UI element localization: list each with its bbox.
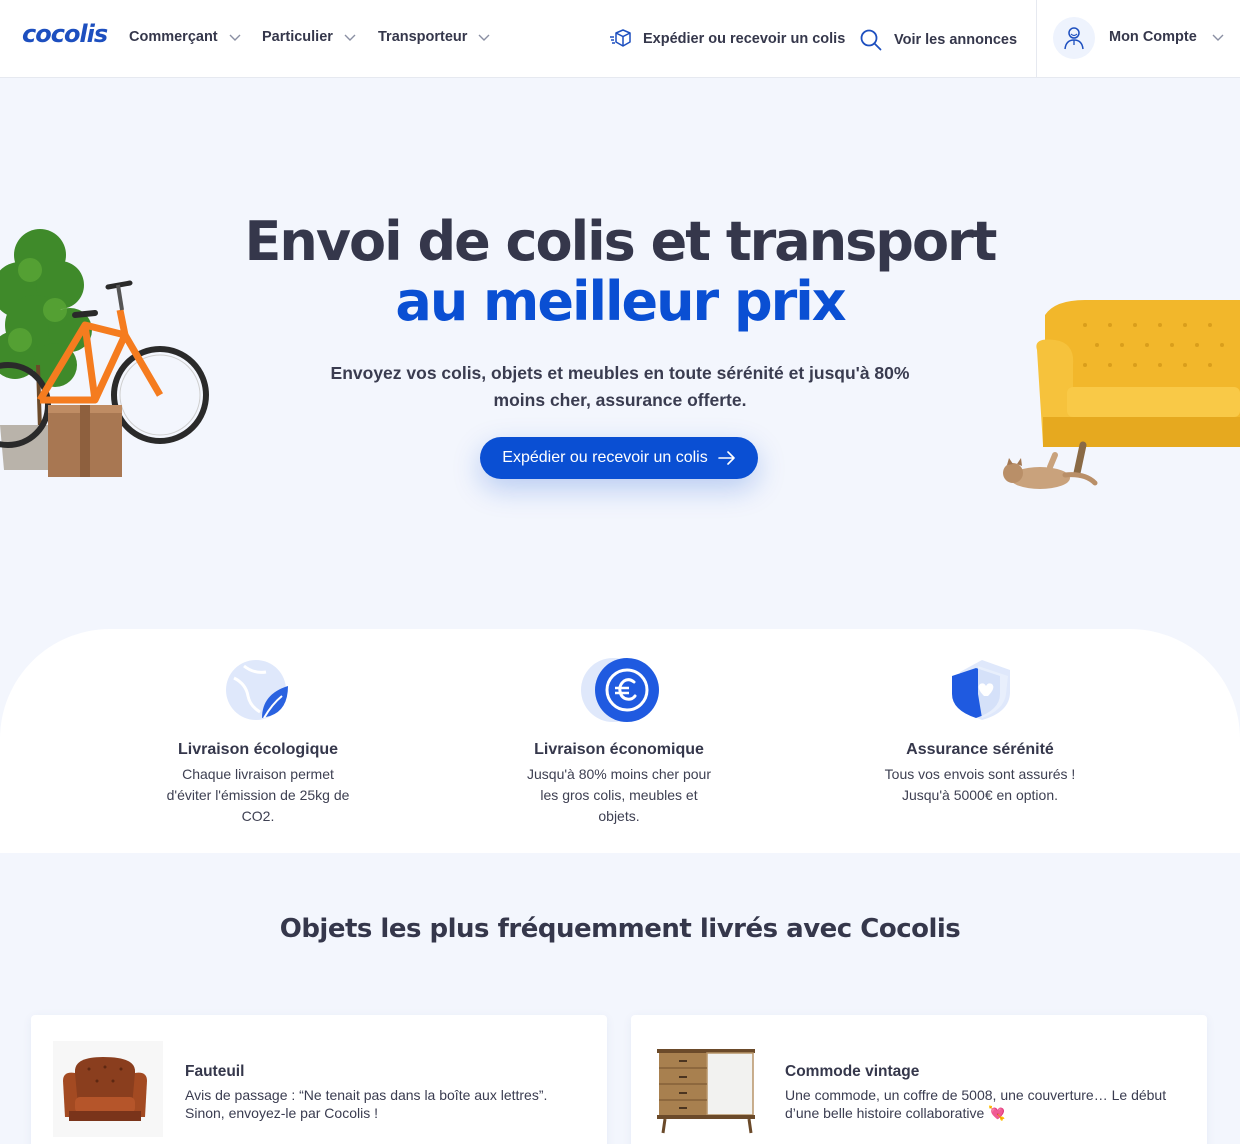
ship-parcel-label: Expédier ou recevoir un colis <box>643 31 846 47</box>
dresser-image <box>653 1041 763 1137</box>
hero-subtitle: Envoyez vos colis, objets et meubles en … <box>330 363 910 410</box>
object-description: Avis de passage : “Ne tenait pas dans la… <box>185 1087 548 1121</box>
feature-description: Chaque livraison permet d'éviter l'émiss… <box>166 766 350 824</box>
view-listings-label: Voir les annonces <box>894 32 1018 48</box>
object-title: Fauteuil <box>185 1063 245 1080</box>
feature-title: Assurance sérénité <box>906 741 1054 758</box>
account-menu[interactable]: Mon Compte <box>1109 29 1225 45</box>
chevron-down-icon <box>344 34 356 41</box>
object-card-armchair[interactable]: Fauteuil Avis de passage : “Ne tenait pa… <box>31 1015 607 1144</box>
chevron-down-icon <box>1212 34 1224 41</box>
feature-economical: Livraison économique Jusqu'à 80% moins c… <box>499 629 739 827</box>
feature-title: Livraison écologique <box>177 741 339 758</box>
euro-coin-icon <box>579 658 659 722</box>
package-icon <box>610 29 631 47</box>
feature-insurance: Assurance sérénité Tous vos envois sont … <box>860 629 1100 806</box>
cocolis-logo[interactable]: cocolis <box>22 20 108 48</box>
nav-label: Particulier <box>262 29 333 45</box>
chevron-down-icon <box>478 34 490 41</box>
nav-commercant[interactable]: Commerçant <box>129 29 242 45</box>
hero-title-accent: au meilleur prix <box>395 270 846 333</box>
nav-label: Transporteur <box>378 29 468 45</box>
ship-parcel-cta-button[interactable]: Expédier ou recevoir un colis <box>480 437 758 479</box>
armchair-image <box>53 1041 163 1137</box>
features-band: Livraison écologique Chaque livraison pe… <box>0 629 1240 853</box>
feature-ecological: Livraison écologique Chaque livraison pe… <box>138 629 378 827</box>
cta-label: Expédier ou recevoir un colis <box>502 449 708 466</box>
search-icon <box>860 29 882 51</box>
objects-section-title: Objets les plus fréquemment livrés avec … <box>279 914 961 944</box>
feature-description: Jusqu'à 80% moins cher pour les gros col… <box>527 766 711 824</box>
arrow-right-icon <box>717 451 735 465</box>
user-icon <box>1064 27 1084 50</box>
avatar[interactable] <box>1053 17 1095 59</box>
object-card-vintage-dresser[interactable]: Commode vintage Une commode, un coffre d… <box>631 1015 1207 1144</box>
feature-title: Livraison économique <box>534 741 704 758</box>
nav-particulier[interactable]: Particulier <box>262 29 357 45</box>
view-listings-link[interactable]: Voir les annonces <box>860 29 1017 51</box>
object-title: Commode vintage <box>785 1063 920 1080</box>
nav-transporteur[interactable]: Transporteur <box>378 29 491 45</box>
leaf-globe-icon <box>226 658 290 722</box>
ship-parcel-link[interactable]: Expédier ou recevoir un colis <box>609 29 845 49</box>
nav-label: Commerçant <box>129 29 218 45</box>
header-divider <box>1036 0 1037 78</box>
chevron-down-icon <box>229 34 241 41</box>
hero-title-line1: Envoi de colis et transport <box>244 210 998 273</box>
account-label: Mon Compte <box>1109 29 1197 45</box>
feature-description: Tous vos envois sont assurés ! Jusqu'à 5… <box>884 766 1076 803</box>
object-description: Une commode, un coffre de 5008, une couv… <box>785 1087 1167 1121</box>
hero-title: Envoi de colis et transport au meilleur … <box>0 212 1240 332</box>
top-navigation-bar: cocolis Commerçant Particulier Transport… <box>0 0 1240 78</box>
shield-heart-icon <box>948 658 1012 722</box>
